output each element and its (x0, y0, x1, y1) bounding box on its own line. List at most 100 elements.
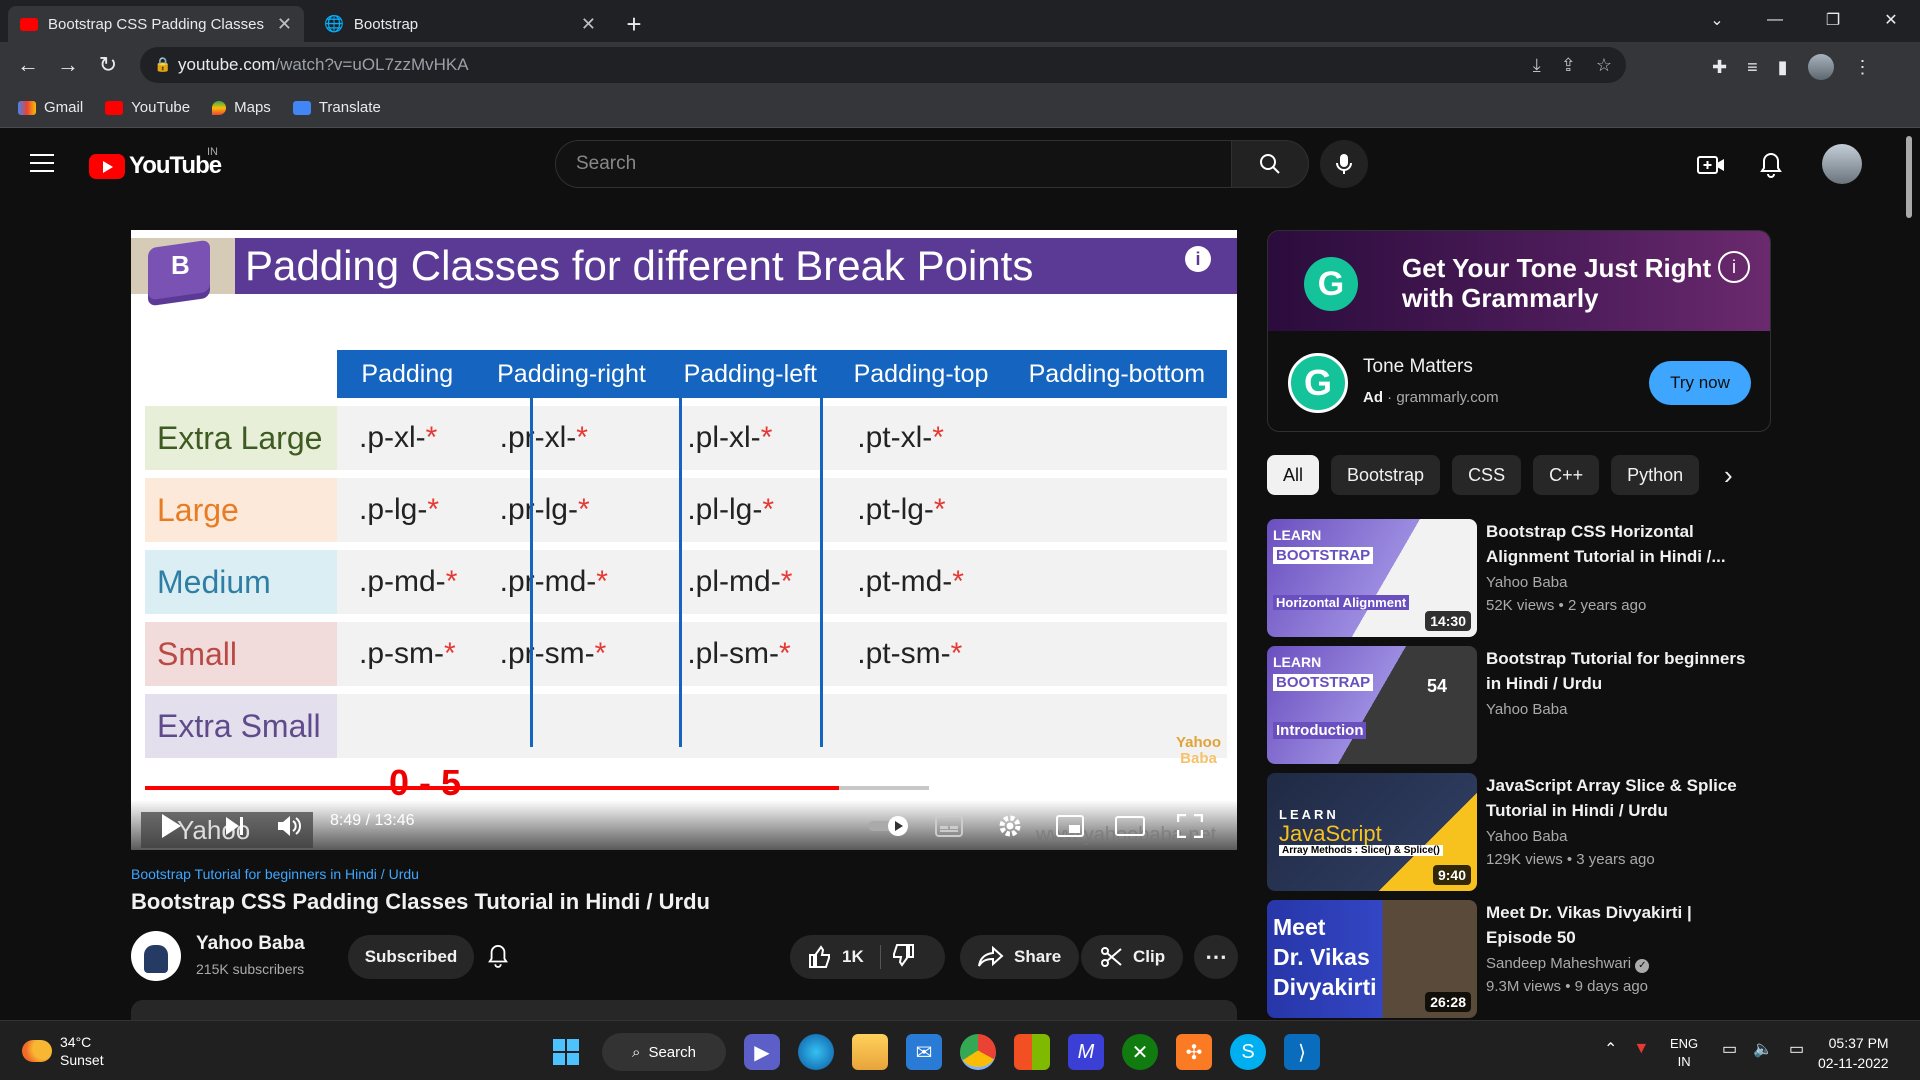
mail-icon[interactable]: ✉ (906, 1034, 942, 1070)
list-item[interactable]: LEARN BOOTSTRAP Horizontal Alignment 14:… (1267, 519, 1771, 637)
xampp-icon[interactable]: ✣ (1176, 1034, 1212, 1070)
list-item[interactable]: LEARN BOOTSTRAP Introduction 54 Bootstra… (1267, 646, 1771, 764)
language-indicator[interactable]: ENG IN (1670, 1035, 1698, 1071)
progress-bar[interactable] (145, 786, 1227, 790)
video-thumbnail[interactable]: Meet Dr. Vikas Divyakirti 26:28 (1267, 900, 1477, 1018)
rec-channel[interactable]: Yahoo Baba (1486, 701, 1567, 718)
video-thumbnail[interactable]: LEARN BOOTSTRAP Horizontal Alignment 14:… (1267, 519, 1477, 637)
profile-avatar[interactable] (1807, 54, 1834, 80)
channel-name[interactable]: Yahoo Baba (196, 933, 305, 955)
subtitles-button[interactable] (931, 808, 967, 844)
rec-channel[interactable]: Sandeep Maheshwari ✓ (1486, 955, 1650, 973)
settings-button[interactable] (992, 808, 1028, 844)
ad-card[interactable]: G Get Your Tone Just Right with Grammarly… (1267, 230, 1771, 432)
teams-icon[interactable]: ▶ (744, 1034, 780, 1070)
ad-info-icon[interactable]: i (1718, 251, 1750, 283)
chip-css[interactable]: CSS (1452, 455, 1522, 495)
theater-mode-button[interactable] (1112, 808, 1148, 844)
edge-icon[interactable] (798, 1034, 834, 1070)
info-icon[interactable]: i (1185, 246, 1211, 272)
youtube-logo[interactable]: YouTube (89, 152, 222, 180)
rec-title[interactable]: JavaScript Array Slice & Splice Tutorial… (1486, 773, 1756, 823)
try-now-button[interactable]: Try now (1649, 361, 1751, 405)
store-icon[interactable] (1014, 1034, 1050, 1070)
hamburger-menu-icon[interactable] (30, 154, 54, 172)
rec-title[interactable]: Bootstrap CSS Horizontal Alignment Tutor… (1486, 519, 1756, 569)
antivirus-icon[interactable]: ▼ (1633, 1040, 1649, 1058)
minimize-button[interactable]: — (1746, 0, 1804, 40)
bookmark-maps[interactable]: Maps (212, 99, 271, 116)
list-item[interactable]: Meet Dr. Vikas Divyakirti 26:28 Meet Dr.… (1267, 900, 1771, 1018)
ad-banner[interactable]: G Get Your Tone Just Right with Grammarly… (1268, 231, 1770, 331)
close-tab-icon[interactable]: ✕ (277, 14, 292, 35)
omnibox[interactable]: 🔒 youtube.com/watch?v=uOL7zzMvHKA ⤓ ⇪ ☆ (140, 47, 1626, 83)
media-icon[interactable]: ≡ (1747, 57, 1758, 78)
clip-button[interactable]: Clip (1081, 935, 1184, 979)
network-icon[interactable]: ▭ (1722, 1039, 1737, 1059)
chevron-up-icon[interactable]: ⌃ (1604, 1039, 1617, 1059)
chip-cpp[interactable]: C++ (1533, 455, 1600, 495)
fullscreen-button[interactable] (1172, 808, 1208, 844)
start-button[interactable] (548, 1034, 584, 1070)
skype-icon[interactable]: S (1230, 1034, 1266, 1070)
chip-python[interactable]: Python (1611, 455, 1700, 495)
tab-youtube[interactable]: Bootstrap CSS Padding Classes T ✕ (8, 6, 304, 42)
bookmark-gmail[interactable]: Gmail (18, 99, 83, 116)
file-explorer-icon[interactable] (852, 1034, 888, 1070)
play-button[interactable] (153, 808, 189, 844)
volume-button[interactable] (271, 808, 307, 844)
xbox-icon[interactable]: ✕ (1122, 1034, 1158, 1070)
bookmark-translate[interactable]: Translate (292, 99, 381, 116)
rec-channel[interactable]: Yahoo Baba (1486, 828, 1567, 845)
description-box[interactable] (131, 1000, 1237, 1020)
menu-icon[interactable]: ⋮ (1854, 57, 1872, 78)
vscode-icon[interactable]: ⟩ (1284, 1034, 1320, 1070)
chip-bootstrap[interactable]: Bootstrap (1331, 455, 1441, 495)
new-tab-button[interactable]: + (616, 6, 652, 42)
tab-bootstrap[interactable]: 🌐 Bootstrap ✕ (312, 6, 608, 42)
share-button[interactable]: Share (960, 935, 1080, 979)
voice-search-button[interactable] (1320, 140, 1368, 188)
install-icon[interactable]: ⤓ (1533, 55, 1541, 76)
more-actions-button[interactable]: ⋯ (1194, 935, 1238, 979)
chrome-icon[interactable] (960, 1034, 996, 1070)
video-player[interactable]: B Padding Classes for different Break Po… (131, 230, 1237, 850)
page-scrollbar[interactable] (1906, 136, 1912, 218)
reload-button[interactable]: ↻ (88, 45, 128, 85)
chevron-right-icon[interactable]: › (1724, 460, 1733, 491)
search-input[interactable]: Search (555, 140, 1232, 188)
like-button[interactable]: 1K (808, 945, 864, 969)
taskbar-search[interactable]: ⌕ Search (602, 1033, 726, 1071)
forward-button[interactable]: → (48, 45, 88, 85)
create-video-icon[interactable] (1696, 150, 1726, 180)
notification-bell-icon[interactable] (487, 943, 509, 975)
subscribed-button[interactable]: Subscribed (348, 935, 474, 979)
next-button[interactable] (217, 808, 253, 844)
notifications-bell-icon[interactable] (1756, 150, 1786, 180)
app-icon[interactable]: M (1068, 1034, 1104, 1070)
playlist-thumbnail[interactable]: LEARN BOOTSTRAP Introduction 54 (1267, 646, 1477, 764)
maximize-button[interactable]: ❐ (1804, 0, 1862, 40)
list-item[interactable]: LEARN JavaScript Array Methods : Slice()… (1267, 773, 1771, 891)
tab-search-icon[interactable]: ⌄ (1688, 0, 1746, 40)
channel-avatar[interactable] (131, 931, 181, 981)
rec-channel[interactable]: Yahoo Baba (1486, 574, 1567, 591)
playlist-link[interactable]: Bootstrap Tutorial for beginners in Hind… (131, 866, 419, 882)
extensions-icon[interactable]: ✚ (1712, 57, 1727, 78)
account-avatar[interactable] (1822, 144, 1862, 184)
bookmark-youtube[interactable]: YouTube (105, 99, 190, 116)
autoplay-toggle[interactable] (866, 808, 912, 844)
lock-icon[interactable]: 🔒 (154, 56, 171, 73)
side-panel-icon[interactable]: ▮ (1778, 57, 1788, 78)
dislike-button[interactable] (891, 943, 915, 972)
close-tab-icon[interactable]: ✕ (581, 14, 596, 35)
search-button[interactable] (1231, 140, 1309, 188)
weather-widget[interactable]: 34°C Sunset (22, 1033, 104, 1069)
share-icon[interactable]: ⇪ (1561, 55, 1576, 76)
speaker-icon[interactable]: 🔈 (1753, 1039, 1773, 1059)
close-window-button[interactable]: ✕ (1862, 0, 1920, 40)
chip-all[interactable]: All (1267, 455, 1320, 495)
battery-icon[interactable]: ▭ (1789, 1039, 1804, 1059)
back-button[interactable]: ← (8, 45, 48, 85)
rec-title[interactable]: Meet Dr. Vikas Divyakirti | Episode 50 (1486, 900, 1756, 950)
